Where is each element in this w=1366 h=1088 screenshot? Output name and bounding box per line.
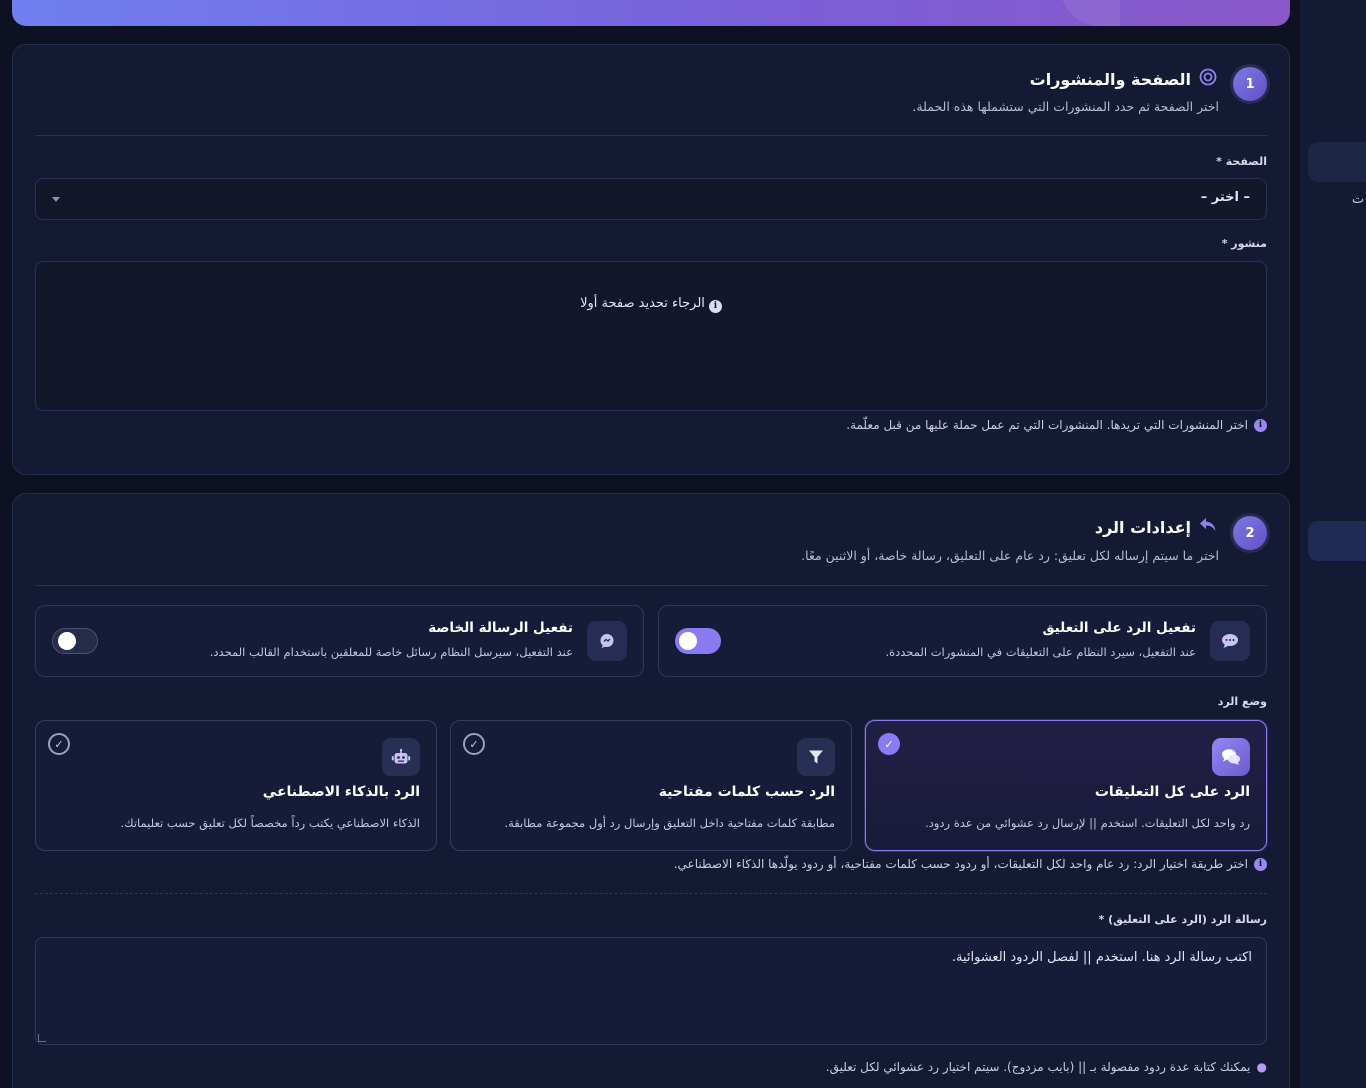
step-badge: 1: [1233, 67, 1267, 101]
sidebar-item-label: ت: [1352, 192, 1365, 207]
reply-icon: [1199, 517, 1217, 537]
mode-title: الرد على كل التعليقات: [1094, 784, 1250, 800]
dm-toggle-card: تفعيل الرسالة الخاصة عند التفعيل، سيرسل …: [35, 605, 644, 677]
page-select-value: – اختر –: [1200, 190, 1250, 205]
section-title: الصفحة والمنشورات: [1030, 68, 1217, 90]
comment-reply-description: عند التفعيل، سيرد النظام على التعليقات ف…: [885, 645, 1196, 659]
mode-description: رد واحد لكل التعليقات. استخدم || لإرسال …: [925, 816, 1250, 830]
mode-hint-text: اختر طريقة اختيار الرد: رد عام واحد لكل …: [673, 857, 1248, 871]
mode-hint: i اختر طريقة اختيار الرد: رد عام واحد لك…: [674, 857, 1267, 871]
post-label: منشور *: [1221, 237, 1267, 250]
sidebar-item[interactable]: [1308, 142, 1366, 182]
check-icon: ✓: [878, 733, 900, 755]
top-banner: [12, 0, 1290, 26]
banner-glow: [1060, 0, 1120, 26]
reply-message-label: رسالة الرد (الرد على التعليق) *: [1098, 913, 1267, 926]
lightbulb-icon: ●: [1256, 1060, 1267, 1074]
page-posts-card: 1 الصفحة والمنشورات اختر الصفحة ثم حدد ا…: [12, 44, 1290, 475]
mode-option-all[interactable]: ✓ الرد على كل التعليقات رد واحد لكل التع…: [865, 720, 1267, 851]
mode-title: الرد حسب كلمات مفتاحية: [658, 784, 835, 800]
section-title-text: إعدادات الرد: [1094, 517, 1191, 537]
dm-description: عند التفعيل، سيرسل النظام رسائل خاصة للم…: [209, 645, 573, 659]
sidebar-item-active[interactable]: [1308, 521, 1366, 561]
step-badge: 2: [1233, 516, 1267, 550]
divider: [35, 135, 1267, 136]
post-empty-message: iالرجاء تحديد صفحة أولا: [36, 296, 1266, 313]
check-icon: ✓: [48, 733, 70, 755]
dashed-divider: [35, 893, 1267, 894]
comment-reply-switch[interactable]: [675, 628, 721, 654]
mode-description: مطابقة كلمات مفتاحية داخل التعليق وإرسال…: [504, 816, 835, 830]
comments-icon: [1212, 738, 1250, 776]
reply-settings-card: 2 إعدادات الرد اختر ما سيتم إرساله لكل ت…: [12, 493, 1290, 1088]
check-icon: ✓: [463, 733, 485, 755]
info-icon: i: [1254, 857, 1267, 871]
mode-option-keywords[interactable]: ✓ الرد حسب كلمات مفتاحية مطابقة كلمات مف…: [450, 720, 852, 851]
mode-description: الذكاء الاصطناعي يكتب رداً مخصصاً لكل تع…: [120, 816, 420, 830]
section-title-text: الصفحة والمنشورات: [1029, 69, 1191, 89]
target-icon: [1199, 68, 1217, 90]
posts-hint: i اختر المنشورات التي تريدها. المنشورات …: [846, 418, 1267, 432]
switch-knob: [58, 632, 76, 650]
section-subtitle: اختر ما سيتم إرساله لكل تعليق: رد عام عل…: [801, 548, 1219, 563]
filter-icon: [797, 738, 835, 776]
post-list[interactable]: iالرجاء تحديد صفحة أولا: [35, 261, 1267, 411]
info-icon: i: [708, 299, 722, 313]
posts-hint-text: اختر المنشورات التي تريدها. المنشورات ال…: [846, 418, 1248, 432]
comment-reply-toggle-card: تفعيل الرد على التعليق عند التفعيل، سيرد…: [658, 605, 1267, 677]
post-empty-text: الرجاء تحديد صفحة أولا: [580, 296, 705, 311]
message-icon: [587, 621, 627, 661]
switch-knob: [679, 632, 697, 650]
chevron-down-icon: [52, 197, 60, 202]
mode-label: وضع الرد: [1217, 695, 1267, 708]
reply-tip: ● يمكنك كتابة عدة ردود مفصولة بـ || (باي…: [826, 1060, 1267, 1074]
section-title: إعدادات الرد: [1095, 517, 1217, 537]
comment-reply-title: تفعيل الرد على التعليق: [1042, 620, 1197, 636]
page-label: الصفحة *: [1216, 155, 1267, 168]
dm-switch[interactable]: [52, 628, 98, 654]
resize-handle[interactable]: [38, 1034, 46, 1042]
page-select[interactable]: – اختر –: [35, 178, 1267, 220]
mode-option-ai[interactable]: ✓ الرد بالذكاء الاصطناعي الذكاء الاصطناع…: [35, 720, 437, 851]
dm-title: تفعيل الرسالة الخاصة: [428, 620, 573, 636]
info-icon: i: [1254, 418, 1267, 432]
robot-icon: [382, 738, 420, 776]
divider: [35, 585, 1267, 586]
reply-tip-text: يمكنك كتابة عدة ردود مفصولة بـ || (بايب …: [825, 1060, 1251, 1074]
reply-message-placeholder: اكتب رسالة الرد هنا. استخدم || لفصل الرد…: [951, 950, 1252, 965]
mode-title: الرد بالذكاء الاصطناعي: [262, 784, 420, 800]
section-subtitle: اختر الصفحة ثم حدد المنشورات التي ستشمله…: [912, 99, 1219, 114]
comment-icon: [1210, 621, 1250, 661]
reply-message-textarea[interactable]: اكتب رسالة الرد هنا. استخدم || لفصل الرد…: [35, 937, 1267, 1045]
